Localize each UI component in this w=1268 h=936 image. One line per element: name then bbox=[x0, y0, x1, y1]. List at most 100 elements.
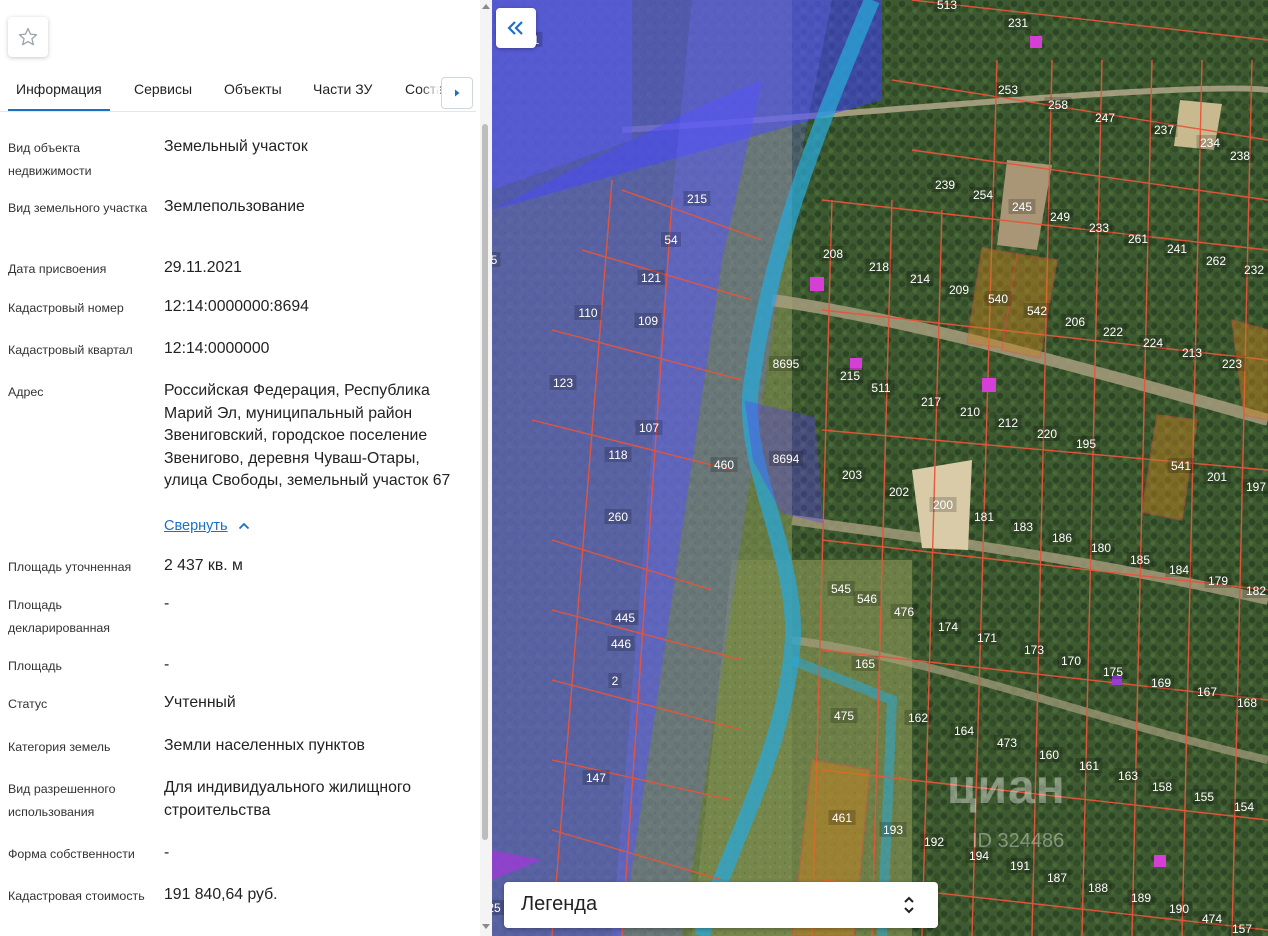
scroll-thumb[interactable] bbox=[482, 124, 488, 840]
parcel-number-label[interactable]: 511 bbox=[871, 381, 890, 395]
parcel-number-label[interactable]: 445 bbox=[615, 611, 635, 625]
parcel-number-label[interactable]: 541 bbox=[1171, 459, 1191, 473]
favorite-button[interactable] bbox=[8, 17, 48, 57]
parcel-number-label[interactable]: 513 bbox=[937, 0, 957, 12]
collapse-address-link[interactable]: Свернуть bbox=[164, 518, 250, 534]
parcel-number-label[interactable]: 189 bbox=[1131, 891, 1151, 905]
parcel-number-label[interactable]: 168 bbox=[1237, 696, 1257, 710]
tab-parts[interactable]: Части ЗУ bbox=[313, 81, 372, 97]
parcel-number-label[interactable]: 218 bbox=[869, 260, 889, 274]
parcel-number-label[interactable]: 238 bbox=[1230, 149, 1250, 163]
parcel-number-label[interactable]: 107 bbox=[639, 421, 659, 435]
parcel-number-label[interactable]: 157 bbox=[1232, 922, 1252, 936]
parcel-number-label[interactable]: 167 bbox=[1197, 685, 1217, 699]
parcel-number-label[interactable]: 8694 bbox=[773, 452, 800, 466]
parcel-number-label[interactable]: 203 bbox=[842, 468, 862, 482]
parcel-number-label[interactable]: 474 bbox=[1202, 912, 1222, 926]
parcel-number-label[interactable]: 223 bbox=[1222, 357, 1242, 371]
parcel-number-label[interactable]: 215 bbox=[687, 192, 707, 206]
parcel-number-label[interactable]: 202 bbox=[889, 485, 909, 499]
parcel-number-label[interactable]: 262 bbox=[1206, 254, 1226, 268]
parcel-number-label[interactable]: 192 bbox=[924, 835, 944, 849]
parcel-number-label[interactable]: 197 bbox=[1246, 480, 1266, 494]
parcel-number-label[interactable]: 241 bbox=[1167, 242, 1187, 256]
parcel-number-label[interactable]: 181 bbox=[974, 510, 994, 524]
parcel-number-label[interactable]: 460 bbox=[714, 458, 734, 472]
panel-scrollbar[interactable] bbox=[480, 0, 492, 936]
parcel-number-label[interactable]: 206 bbox=[1065, 315, 1085, 329]
map-canvas[interactable]: 5132312532582472372342382155423925424524… bbox=[492, 0, 1268, 936]
parcel-number-label[interactable]: 233 bbox=[1089, 221, 1109, 235]
parcel-number-label[interactable]: 214 bbox=[910, 272, 930, 286]
parcel-number-label[interactable]: 171 bbox=[977, 631, 997, 645]
parcel-number-label[interactable]: 215 bbox=[840, 369, 860, 383]
parcel-number-label[interactable]: 185 bbox=[1130, 553, 1150, 567]
parcel-number-label[interactable]: 8695 bbox=[773, 357, 800, 371]
parcel-number-label[interactable]: 182 bbox=[1246, 584, 1266, 598]
parcel-number-label[interactable]: 446 bbox=[611, 637, 631, 651]
parcel-number-label[interactable]: 237 bbox=[1154, 123, 1174, 137]
parcel-number-label[interactable]: 165 bbox=[855, 657, 875, 671]
parcel-number-label[interactable]: 184 bbox=[1169, 563, 1189, 577]
parcel-number-label[interactable]: 222 bbox=[1103, 325, 1123, 339]
map-view[interactable]: 513 231 253 258 247 237 234 238 215 54 239 254 245 24… bbox=[492, 0, 1268, 936]
parcel-number-label[interactable]: 186 bbox=[1052, 531, 1072, 545]
tab-scroll-right-button[interactable] bbox=[441, 77, 473, 109]
parcel-number-label[interactable]: 162 bbox=[908, 711, 928, 725]
parcel-number-label[interactable]: 190 bbox=[1169, 902, 1189, 916]
parcel-number-label[interactable]: 224 bbox=[1143, 336, 1163, 350]
parcel-number-label[interactable]: 188 bbox=[1088, 881, 1108, 895]
parcel-number-label[interactable]: 154 bbox=[1234, 800, 1254, 814]
parcel-number-label[interactable]: 118 bbox=[608, 448, 627, 462]
parcel-number-label[interactable]: 245 bbox=[1012, 200, 1032, 214]
collapse-panel-button[interactable] bbox=[496, 8, 536, 48]
parcel-number-label[interactable]: 180 bbox=[1091, 541, 1111, 555]
parcel-number-label[interactable]: 231 bbox=[1008, 16, 1028, 30]
parcel-number-label[interactable]: 164 bbox=[954, 724, 974, 738]
tab-objects[interactable]: Объекты bbox=[224, 81, 282, 97]
parcel-number-label[interactable]: 155 bbox=[1194, 790, 1214, 804]
parcel-number-label[interactable]: 5 bbox=[492, 253, 498, 267]
parcel-number-label[interactable]: 158 bbox=[1152, 780, 1172, 794]
expand-toggle-icon[interactable] bbox=[902, 893, 916, 917]
parcel-number-label[interactable]: 258 bbox=[1048, 98, 1068, 112]
parcel-number-label[interactable]: 212 bbox=[998, 416, 1018, 430]
parcel-number-label[interactable]: 210 bbox=[960, 405, 980, 419]
parcel-number-label[interactable]: 183 bbox=[1013, 520, 1033, 534]
parcel-number-label[interactable]: 169 bbox=[1151, 676, 1171, 690]
parcel-number-label[interactable]: 234 bbox=[1200, 136, 1220, 150]
parcel-number-label[interactable]: 261 bbox=[1128, 232, 1148, 246]
parcel-number-label[interactable]: 193 bbox=[883, 823, 903, 837]
parcel-number-label[interactable]: 187 bbox=[1047, 871, 1067, 885]
scroll-down-arrow-icon[interactable] bbox=[482, 924, 490, 929]
parcel-number-label[interactable]: 545 bbox=[831, 582, 851, 596]
parcel-number-label[interactable]: 542 bbox=[1027, 304, 1047, 318]
parcel-number-label[interactable]: 209 bbox=[949, 283, 969, 297]
parcel-number-label[interactable]: 54 bbox=[664, 233, 678, 247]
parcel-number-label[interactable]: 110 bbox=[578, 306, 597, 320]
parcel-number-label[interactable]: 461 bbox=[832, 811, 852, 825]
parcel-number-label[interactable]: 170 bbox=[1061, 654, 1081, 668]
parcel-number-label[interactable]: 232 bbox=[1244, 263, 1264, 277]
parcel-number-label[interactable]: 109 bbox=[638, 314, 658, 328]
parcel-number-label[interactable]: 476 bbox=[894, 605, 914, 619]
parcel-number-label[interactable]: 175 bbox=[1103, 665, 1123, 679]
parcel-number-label[interactable]: 123 bbox=[553, 376, 573, 390]
parcel-number-label[interactable]: 200 bbox=[933, 498, 953, 512]
parcel-number-label[interactable]: 2 bbox=[612, 674, 619, 688]
parcel-number-label[interactable]: 208 bbox=[823, 247, 843, 261]
parcel-number-label[interactable]: 260 bbox=[608, 510, 628, 524]
parcel-number-label[interactable]: 247 bbox=[1095, 111, 1115, 125]
tab-services[interactable]: Сервисы bbox=[134, 81, 192, 97]
parcel-number-label[interactable]: 163 bbox=[1118, 769, 1138, 783]
parcel-number-label[interactable]: 161 bbox=[1079, 759, 1099, 773]
parcel-number-label[interactable]: 195 bbox=[1076, 437, 1096, 451]
scroll-up-arrow-icon[interactable] bbox=[482, 4, 490, 9]
parcel-number-label[interactable]: 217 bbox=[921, 395, 941, 409]
parcel-number-label[interactable]: 473 bbox=[997, 736, 1017, 750]
parcel-number-label[interactable]: 191 bbox=[1010, 859, 1030, 873]
parcel-number-label[interactable]: 173 bbox=[1024, 643, 1044, 657]
parcel-number-label[interactable]: 475 bbox=[834, 709, 854, 723]
parcel-number-label[interactable]: 121 bbox=[641, 271, 661, 285]
parcel-number-label[interactable]: 249 bbox=[1050, 210, 1070, 224]
